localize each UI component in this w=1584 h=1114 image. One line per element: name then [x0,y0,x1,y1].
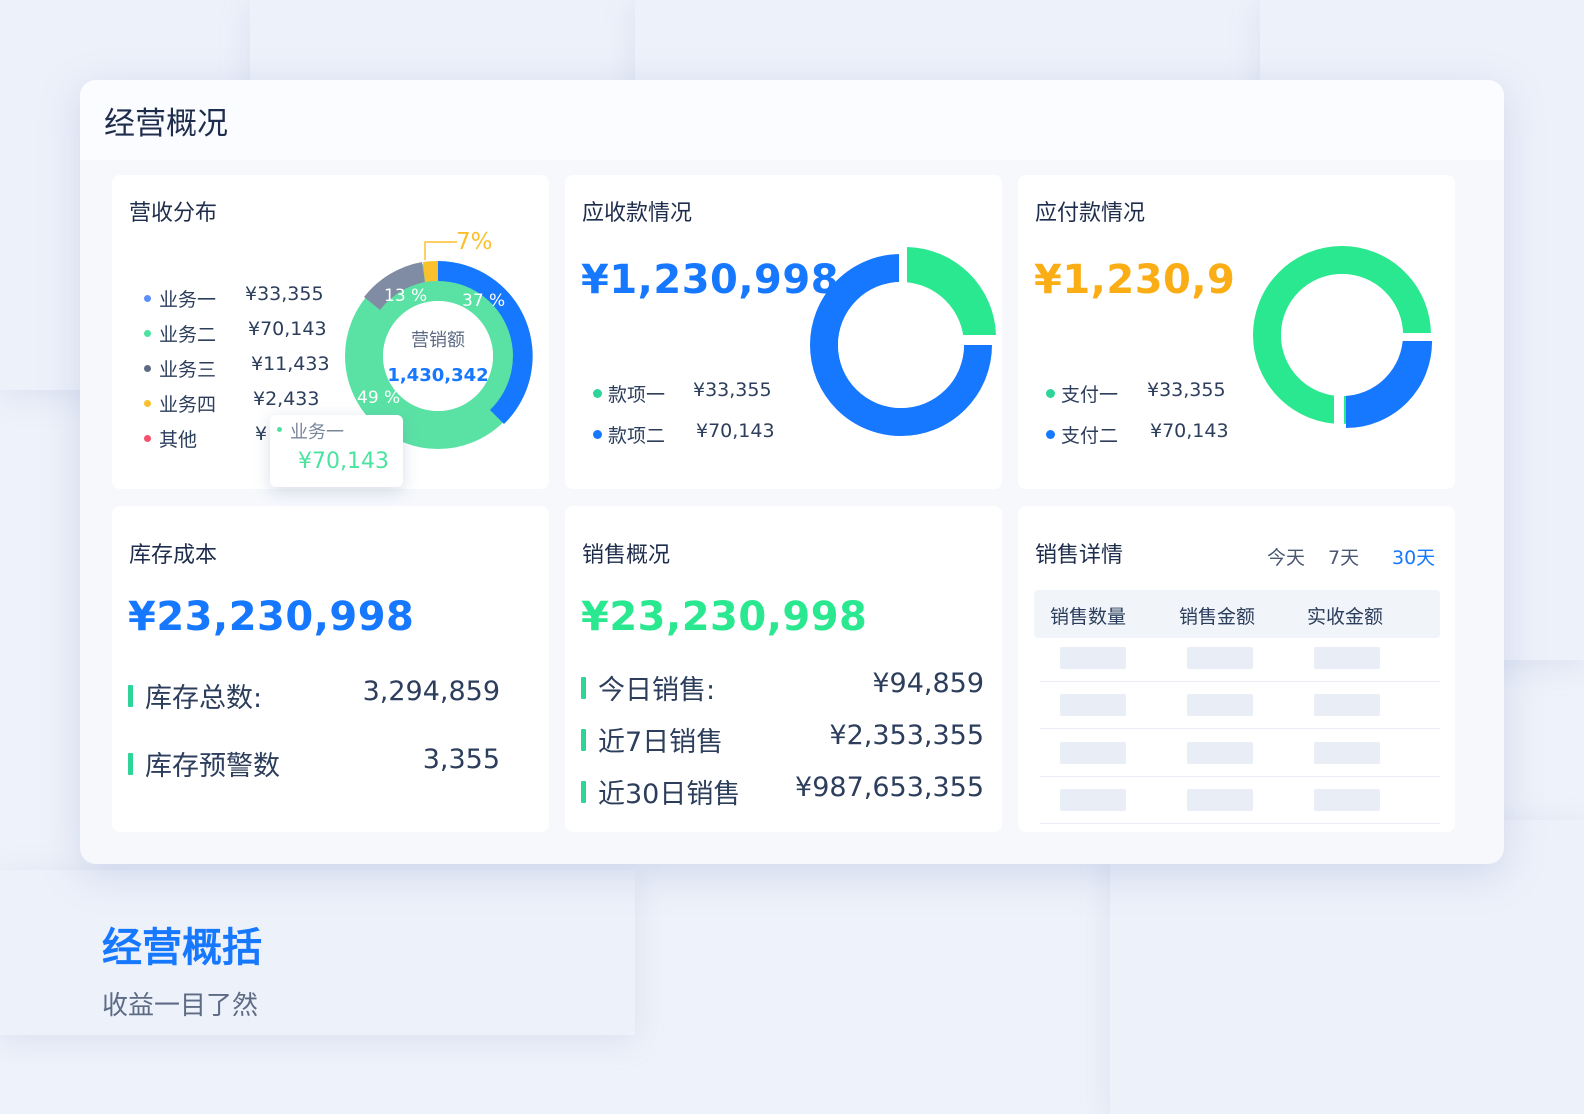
donut-center-label: 营销额 [411,330,465,351]
table-cell-placeholder [1314,742,1380,764]
pct-label-green: 49 % [357,388,400,408]
footer-subtitle: 收益一目了然 [102,991,259,1021]
overview-header: 经营概况 [80,80,1504,160]
tooltip-value: ¥70,143 [298,449,389,474]
tab-30-days[interactable]: 30天 [1392,543,1435,570]
sales-panel: 销售概况 ¥23,230,998 今日销售: ¥94,859 近7日销售 ¥2,… [565,506,1002,832]
overview-title: 经营概况 [104,105,228,142]
donut-segment-yellow[interactable] [423,260,438,282]
column-header[interactable]: 销售金额 [1179,602,1255,629]
table-cell-placeholder [1314,647,1380,669]
background-tile [1110,820,1584,1114]
payable-donut-chart[interactable] [1018,175,1455,489]
receivable-donut-chart[interactable] [565,175,1002,489]
column-header[interactable]: 销售数量 [1050,602,1126,629]
column-header[interactable]: 实收金额 [1307,602,1383,629]
row-marker [581,780,586,803]
table-cell-placeholder [1187,789,1253,811]
table-cell-placeholder [1187,742,1253,764]
table-divider [1040,823,1440,824]
inventory-total-value: 3,294,859 [362,676,500,707]
tooltip-label: 业务一 [290,422,344,443]
receivable-panel: 应收款情况 ¥1,230,998 款项一 ¥33,355 款项二 ¥70,143 [565,175,1002,489]
pct-label-gray: 13 % [384,286,427,306]
inventory-amount: ¥23,230,998 [128,594,415,640]
table-divider [1040,776,1440,777]
sales-amount: ¥23,230,998 [581,594,868,640]
donut-center-value: 1,430,342 [387,365,488,386]
sales-7day-value: ¥2,353,355 [829,720,984,751]
table-cell-placeholder [1060,789,1126,811]
inventory-panel: 库存成本 ¥23,230,998 库存总数: 3,294,859 库存预警数 3… [112,506,549,832]
row-label: 近7日销售 [598,727,724,758]
table-cell-placeholder [1187,647,1253,669]
pct-label-yellow: 7% [456,229,493,255]
footer-title: 经营概括 [102,925,262,971]
sales-detail-panel: 销售详情 今天 7天 30天 销售数量 销售金额 实收金额 [1018,506,1455,832]
row-marker [128,684,133,707]
sales-today-value: ¥94,859 [872,668,984,699]
table-cell-placeholder [1187,694,1253,716]
donut-hole [1281,274,1403,396]
pct-label-blue: 37 % [462,291,505,311]
table-divider [1040,728,1440,729]
table-cell-placeholder [1060,694,1126,716]
row-marker [581,676,586,699]
donut-hole [838,282,964,408]
tooltip-dot-icon [277,427,282,432]
tab-today[interactable]: 今天 [1267,543,1305,570]
table-cell-placeholder [1060,647,1126,669]
sales-7day-row: 近7日销售 [581,720,723,759]
sales-detail-title: 销售详情 [1035,543,1124,568]
sales-today-row: 今日销售: [581,668,715,707]
inventory-warning-row: 库存预警数 [128,744,280,783]
sales-title: 销售概况 [582,543,671,568]
row-marker [128,752,133,775]
inventory-total-row: 库存总数: [128,676,262,715]
row-label: 库存预警数 [145,751,280,782]
table-header: 销售数量 销售金额 实收金额 [1034,590,1440,638]
table-cell-placeholder [1060,742,1126,764]
inventory-title: 库存成本 [129,543,218,568]
pct-label-leader [424,241,457,260]
table-divider [1040,681,1440,682]
tab-7-days[interactable]: 7天 [1328,543,1359,570]
inventory-warning-value: 3,355 [422,744,500,775]
row-label: 近30日销售 [598,779,741,810]
chart-tooltip: 业务一 ¥70,143 [270,415,403,487]
row-label: 库存总数: [145,683,263,714]
row-marker [581,728,586,751]
table-cell-placeholder [1314,789,1380,811]
sales-30day-row: 近30日销售 [581,772,740,811]
background-tile [0,870,635,1035]
table-cell-placeholder [1314,694,1380,716]
row-label: 今日销售: [598,675,716,706]
sales-30day-value: ¥987,653,355 [795,772,984,803]
payable-panel: 应付款情况 ¥1,230,9 支付一 ¥33,355 支付二 ¥70,143 [1018,175,1455,489]
